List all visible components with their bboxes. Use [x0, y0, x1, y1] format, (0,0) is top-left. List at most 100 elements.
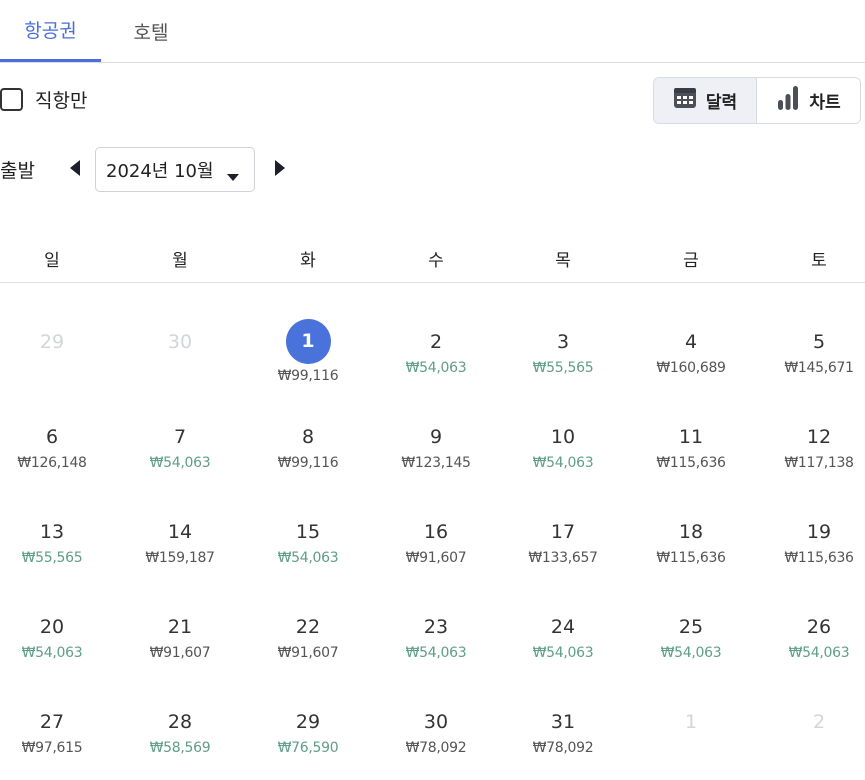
- day-number: 24: [550, 616, 576, 638]
- day-number: 6: [45, 426, 59, 448]
- calendar-day[interactable]: 3 ₩55,565: [508, 283, 618, 376]
- tab-hotel[interactable]: 호텔: [101, 0, 201, 62]
- calendar-day[interactable]: 14 ₩159,187: [125, 473, 235, 566]
- calendar-day[interactable]: 23 ₩54,063: [381, 568, 491, 661]
- day-number: 4: [684, 331, 698, 353]
- day-number: 23: [423, 616, 449, 638]
- calendar-day-outside: 29: [0, 283, 107, 373]
- tab-flight[interactable]: 항공권: [0, 0, 101, 62]
- day-price: ₩54,063: [660, 645, 722, 661]
- calendar-day-outside: 2: [764, 663, 865, 753]
- day-price: ₩91,607: [405, 550, 467, 566]
- calendar-day[interactable]: 10 ₩54,063: [508, 378, 618, 471]
- direct-only-filter[interactable]: 직항만: [0, 86, 87, 113]
- day-price: ₩54,063: [788, 645, 850, 661]
- day-price: ₩54,063: [405, 360, 467, 376]
- calendar-day[interactable]: 28 ₩58,569: [125, 663, 235, 756]
- day-price: ₩91,607: [149, 645, 211, 661]
- tab-bar: 항공권 호텔: [0, 0, 865, 63]
- calendar-grid: 29 30 1 ₩99,116 2 ₩54,063 3 ₩55,565 4 ₩160,689 5 ₩1…: [0, 283, 865, 780]
- day-number: 9: [429, 426, 443, 448]
- day-price: ₩126,148: [17, 455, 87, 471]
- day-price: ₩54,063: [532, 455, 594, 471]
- calendar-day[interactable]: 21 ₩91,607: [125, 568, 235, 661]
- calendar-day[interactable]: 24 ₩54,063: [508, 568, 618, 661]
- calendar-day[interactable]: 15 ₩54,063: [253, 473, 363, 566]
- day-number: 14: [167, 521, 193, 543]
- day-price: ₩115,636: [656, 550, 726, 566]
- calendar-day[interactable]: 16 ₩91,607: [381, 473, 491, 566]
- chart-view-button[interactable]: 차트: [757, 78, 860, 123]
- calendar-day-selected[interactable]: 1 ₩99,116: [253, 283, 363, 384]
- calendar-icon: [673, 86, 697, 115]
- day-price: ₩91,607: [277, 645, 339, 661]
- day-price: ₩160,689: [656, 360, 726, 376]
- day-number: 29: [39, 331, 65, 353]
- day-price: ₩58,569: [149, 740, 211, 756]
- day-number: 26: [806, 616, 832, 638]
- next-month-button[interactable]: [265, 155, 295, 185]
- day-number: 18: [678, 521, 704, 543]
- day-number: 17: [550, 521, 576, 543]
- calendar-day[interactable]: 17 ₩133,657: [508, 473, 618, 566]
- day-price: ₩54,063: [532, 645, 594, 661]
- weekday-wed: 수: [428, 251, 444, 271]
- day-price: ₩115,636: [784, 550, 854, 566]
- calendar-day[interactable]: 29 ₩76,590: [253, 663, 363, 756]
- day-price: ₩55,565: [21, 550, 83, 566]
- day-number: 28: [167, 711, 193, 733]
- direct-only-label: 직항만: [35, 90, 88, 112]
- day-number: 15: [295, 521, 321, 543]
- weekday-mon: 월: [172, 251, 188, 271]
- calendar-day[interactable]: 9 ₩123,145: [381, 378, 491, 471]
- calendar-day[interactable]: 26 ₩54,063: [764, 568, 865, 661]
- day-price: ₩133,657: [528, 550, 598, 566]
- day-number: 22: [295, 616, 321, 638]
- calendar-day[interactable]: 6 ₩126,148: [0, 378, 107, 471]
- day-price: ₩54,063: [277, 550, 339, 566]
- calendar-view-button[interactable]: 달력: [654, 78, 757, 123]
- day-number: 16: [423, 521, 449, 543]
- calendar-day[interactable]: 8 ₩99,116: [253, 378, 363, 471]
- calendar-day[interactable]: 7 ₩54,063: [125, 378, 235, 471]
- direct-only-checkbox[interactable]: [0, 88, 23, 111]
- prev-month-button[interactable]: [60, 155, 90, 185]
- day-price: ₩78,092: [532, 740, 594, 756]
- calendar-day[interactable]: 25 ₩54,063: [636, 568, 746, 661]
- calendar-day[interactable]: 5 ₩145,671: [764, 283, 865, 376]
- day-number: 19: [806, 521, 832, 543]
- day-price: ₩99,116: [277, 455, 339, 471]
- day-number: 3: [556, 331, 570, 353]
- departure-row: 출발 2024년 10월: [0, 147, 295, 192]
- weekday-sun: 일: [44, 251, 60, 271]
- chart-view-label: 차트: [809, 93, 841, 113]
- calendar-day[interactable]: 30 ₩78,092: [381, 663, 491, 756]
- calendar-day[interactable]: 11 ₩115,636: [636, 378, 746, 471]
- day-price: ₩78,092: [405, 740, 467, 756]
- view-toggle: 달력 차트: [653, 77, 861, 124]
- calendar-day[interactable]: 27 ₩97,615: [0, 663, 107, 756]
- calendar-day-outside: 30: [125, 283, 235, 373]
- calendar-day[interactable]: 2 ₩54,063: [381, 283, 491, 376]
- calendar-day[interactable]: 18 ₩115,636: [636, 473, 746, 566]
- day-number: 29: [295, 711, 321, 733]
- calendar-day[interactable]: 20 ₩54,063: [0, 568, 107, 661]
- calendar-day[interactable]: 22 ₩91,607: [253, 568, 363, 661]
- day-price: ₩54,063: [405, 645, 467, 661]
- day-number: 27: [39, 711, 65, 733]
- day-number: 31: [550, 711, 576, 733]
- calendar-day[interactable]: 12 ₩117,138: [764, 378, 865, 471]
- calendar-day[interactable]: 4 ₩160,689: [636, 283, 746, 376]
- month-select[interactable]: 2024년 10월: [95, 147, 255, 192]
- calendar-day[interactable]: 31 ₩78,092: [508, 663, 618, 756]
- day-number: 1: [285, 319, 331, 364]
- day-price: ₩123,145: [401, 455, 471, 471]
- calendar-day-outside: 1: [636, 663, 746, 753]
- calendar-day[interactable]: 19 ₩115,636: [764, 473, 865, 566]
- bar-chart-icon: [776, 85, 800, 116]
- month-select-value: 2024년 10월: [106, 160, 214, 182]
- day-number: 1: [684, 711, 698, 733]
- day-number: 20: [39, 616, 65, 638]
- calendar-day[interactable]: 13 ₩55,565: [0, 473, 107, 566]
- day-number: 21: [167, 616, 193, 638]
